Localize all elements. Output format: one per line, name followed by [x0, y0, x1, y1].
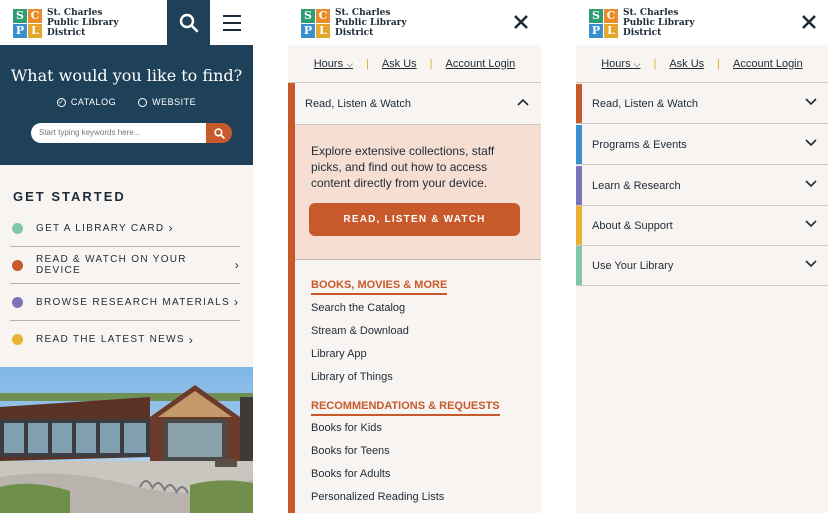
mobile-menu-collapsed: SC PL St. Charles Public Library District … — [576, 0, 828, 513]
browse-research-link[interactable]: BROWSE RESEARCH MATERIALS › — [10, 284, 240, 321]
close-menu-button[interactable] — [510, 11, 532, 33]
section-color-bar — [576, 125, 582, 164]
reading-lists-link[interactable]: Personalized Reading Lists — [311, 491, 444, 503]
logo-text: St. Charles Public Library District — [335, 8, 407, 38]
stream-download-link[interactable]: Stream & Download — [311, 325, 409, 337]
search-heading: What would you like to find? — [10, 66, 243, 85]
hours-link[interactable]: Hours ⌵ — [314, 58, 353, 70]
bullet-dot-icon — [12, 334, 23, 345]
section-color-bar — [576, 84, 582, 123]
bullet-dot-icon — [12, 259, 23, 271]
account-login-link[interactable]: Account Login — [446, 58, 516, 70]
chevron-down-icon — [805, 139, 817, 147]
chevron-down-icon: ⌵ — [346, 58, 353, 69]
site-header: SC PL St. Charles Public Library District — [576, 0, 828, 45]
utility-links: Hours ⌵ | Ask Us | Account Login — [288, 45, 541, 83]
mobile-home-screen: SC PL St. Charles Public Library District … — [0, 0, 253, 513]
chevron-down-icon — [805, 98, 817, 106]
read-listen-watch-button[interactable]: READ, LISTEN & WATCH — [309, 203, 520, 236]
accordion-read-listen-watch[interactable]: Read, Listen & Watch — [295, 83, 541, 125]
search-icon — [179, 13, 198, 32]
library-logo[interactable]: SC PL St. Charles Public Library District — [301, 8, 407, 38]
chevron-down-icon: ⌵ — [633, 58, 641, 69]
books-teens-link[interactable]: Books for Teens — [311, 445, 390, 457]
mobile-menu-expanded: SC PL St. Charles Public Library District … — [288, 0, 541, 513]
chevron-down-icon — [805, 260, 817, 268]
library-building-photo — [0, 367, 253, 513]
library-logo[interactable]: SC PL St. Charles Public Library District — [13, 8, 119, 38]
checked-radio-icon: ✓ — [56, 97, 66, 107]
books-adults-link[interactable]: Books for Adults — [311, 468, 391, 480]
search-panel: What would you like to find? ✓ CATALOG W… — [0, 45, 253, 165]
group-heading-recommendations: RECOMMENDATIONS & REQUESTS — [311, 400, 500, 416]
logo-mark-icon: SC PL — [301, 8, 330, 38]
bullet-dot-icon — [12, 222, 23, 234]
menu-about-support[interactable]: About & Support — [576, 206, 828, 246]
latest-news-link[interactable]: READ THE LATEST NEWS › — [10, 321, 240, 358]
site-header: SC PL St. Charles Public Library District — [0, 0, 253, 45]
unchecked-radio-icon — [138, 97, 148, 107]
search-input[interactable]: Start typing keywords here... — [31, 123, 206, 143]
account-login-link[interactable]: Account Login — [733, 58, 803, 70]
close-menu-button[interactable] — [798, 11, 820, 33]
menu-use-your-library[interactable]: Use Your Library — [576, 246, 828, 286]
radio-catalog[interactable]: ✓ CATALOG — [56, 97, 116, 107]
library-app-link[interactable]: Library App — [311, 348, 367, 360]
library-logo[interactable]: SC PL St. Charles Public Library District — [589, 8, 695, 38]
section-promo: Explore extensive collections, staff pic… — [295, 125, 541, 260]
section-color-bar — [576, 166, 582, 205]
chevron-up-icon — [517, 98, 529, 106]
menu-toggle-button[interactable] — [210, 0, 253, 45]
hours-link[interactable]: Hours ⌵ — [601, 58, 640, 70]
ask-us-link[interactable]: Ask Us — [382, 58, 417, 70]
get-started-heading: GET STARTED — [13, 189, 126, 204]
site-header: SC PL St. Charles Public Library District — [288, 0, 541, 45]
bullet-dot-icon — [12, 296, 23, 308]
search-icon — [213, 127, 225, 139]
chevron-right-icon: › — [188, 332, 195, 347]
chevron-right-icon: › — [168, 221, 174, 235]
library-of-things-link[interactable]: Library of Things — [311, 371, 393, 383]
get-library-card-link[interactable]: GET A LIBRARY CARD › — [10, 210, 240, 247]
search-submit-button[interactable] — [206, 123, 232, 143]
logo-text: St. Charles Public Library District — [623, 8, 695, 38]
utility-links: Hours ⌵ | Ask Us | Account Login — [576, 45, 828, 83]
menu-learn-research[interactable]: Learn & Research — [576, 166, 828, 206]
logo-text: St. Charles Public Library District — [47, 8, 119, 38]
read-watch-device-link[interactable]: READ & WATCH ON YOUR DEVICE › — [10, 247, 240, 284]
menu-read-listen-watch[interactable]: Read, Listen & Watch — [576, 84, 828, 124]
radio-website[interactable]: WEBSITE — [138, 97, 196, 107]
menu-programs-events[interactable]: Programs & Events — [576, 125, 828, 165]
ask-us-link[interactable]: Ask Us — [669, 58, 704, 70]
section-color-bar — [576, 246, 582, 285]
chevron-down-icon — [805, 220, 817, 228]
search-toggle-button[interactable] — [167, 0, 210, 45]
chevron-right-icon: › — [234, 295, 240, 309]
chevron-down-icon — [805, 180, 817, 188]
chevron-right-icon: › — [234, 258, 240, 272]
close-icon — [802, 15, 816, 29]
group-heading-books: BOOKS, MOVIES & MORE — [311, 279, 448, 295]
promo-text: Explore extensive collections, staff pic… — [311, 144, 495, 190]
books-kids-link[interactable]: Books for Kids — [311, 422, 382, 434]
logo-mark-icon: SC PL — [589, 8, 618, 38]
hamburger-icon — [222, 14, 241, 17]
search-catalog-link[interactable]: Search the Catalog — [311, 302, 405, 314]
logo-mark-icon: SC PL — [13, 8, 42, 38]
section-color-bar — [288, 83, 295, 513]
close-icon — [514, 15, 528, 29]
section-color-bar — [576, 206, 582, 245]
